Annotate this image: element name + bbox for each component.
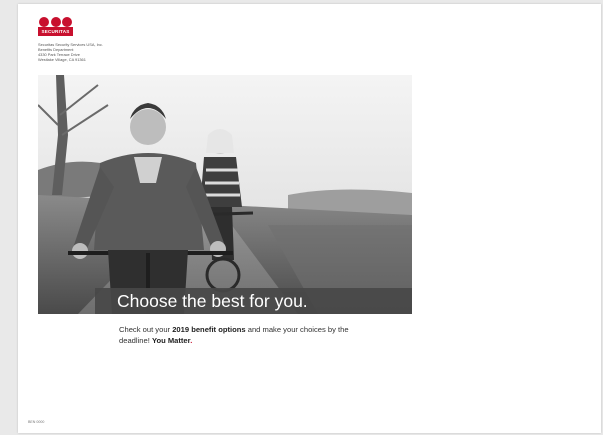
headline-text: Choose the best for you. <box>117 291 308 311</box>
hero-photo: Choose the best for you. <box>38 75 412 314</box>
securitas-logo: SECURITAS <box>38 17 73 37</box>
address-line: Westlake Village, CA 91361 <box>38 57 86 62</box>
logo-dot <box>50 17 61 27</box>
return-address: Securitas Security Services USA, Inc. Be… <box>38 42 103 62</box>
logo-dots <box>39 17 72 27</box>
logo-wordmark: SECURITAS <box>38 27 73 36</box>
mailer-page: SECURITAS Securitas Security Services US… <box>18 4 601 433</box>
cta-text: Check out your <box>119 325 173 334</box>
headline-banner: Choose the best for you. <box>95 288 412 314</box>
form-code: BEN 0000 <box>28 420 45 424</box>
cta-accent-period: . <box>190 336 193 345</box>
logo-dot <box>62 17 72 27</box>
cta-highlight-options: 2019 benefit options <box>172 325 246 334</box>
cta-highlight-you-matter: You Matter <box>151 336 191 345</box>
cyclists-photo-illustration <box>38 75 412 314</box>
call-to-action-text: Check out your 2019 benefit options and … <box>119 324 359 346</box>
logo-dot <box>39 17 49 27</box>
